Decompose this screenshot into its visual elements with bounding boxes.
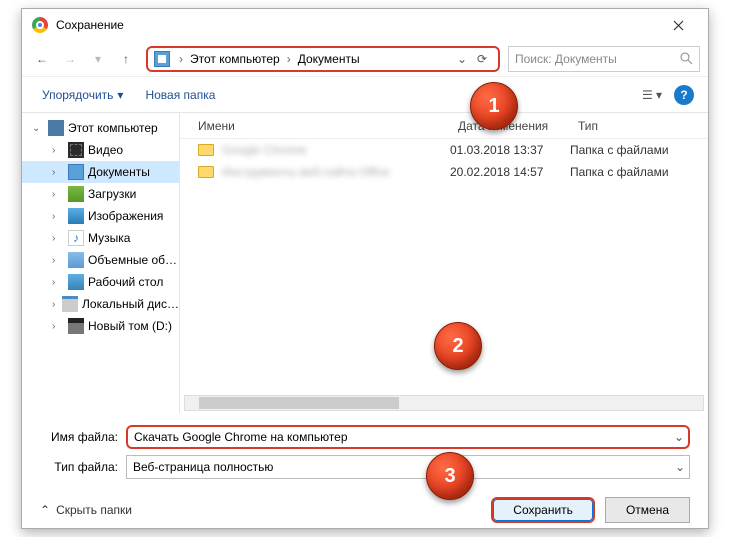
folder-tree: ⌄Этот компьютер ›Видео ›Документы ›Загру… bbox=[22, 113, 180, 413]
filetype-label: Тип файла: bbox=[40, 460, 126, 474]
chevron-right-icon: › bbox=[284, 52, 294, 66]
list-item[interactable]: Google Chrome 01.03.2018 13:37 Папка с ф… bbox=[180, 139, 708, 161]
chevron-down-icon: ⌄ bbox=[674, 430, 684, 444]
crumb-root[interactable]: Этот компьютер bbox=[186, 52, 284, 66]
tree-item-newvol[interactable]: ›Новый том (D:) bbox=[22, 315, 179, 337]
back-button[interactable]: ← bbox=[30, 47, 54, 71]
tree-item-music[interactable]: ›♪Музыка bbox=[22, 227, 179, 249]
file-list: Имени Дата изменения Тип Google Chrome 0… bbox=[180, 113, 708, 413]
organize-button[interactable]: Упорядочить▾ bbox=[36, 84, 129, 106]
tree-item-images[interactable]: ›Изображения bbox=[22, 205, 179, 227]
window-title: Сохранение bbox=[56, 18, 658, 32]
help-button[interactable]: ? bbox=[674, 85, 694, 105]
expand-icon: › bbox=[52, 189, 64, 200]
search-input[interactable]: Поиск: Документы bbox=[508, 46, 700, 72]
images-icon bbox=[68, 208, 84, 224]
folder-icon bbox=[198, 166, 214, 178]
expand-icon: › bbox=[52, 145, 64, 156]
chevron-down-icon: ▾ bbox=[117, 88, 123, 102]
fields-area: Имя файла: Скачать Google Chrome на комп… bbox=[22, 413, 708, 489]
address-bar[interactable]: › Этот компьютер › Документы ⌄ ⟳ bbox=[146, 46, 500, 72]
music-icon: ♪ bbox=[68, 230, 84, 246]
pc-icon bbox=[48, 120, 64, 136]
close-button[interactable] bbox=[658, 11, 698, 39]
expand-icon: › bbox=[52, 255, 64, 266]
chrome-icon bbox=[32, 17, 48, 33]
col-type[interactable]: Тип bbox=[578, 119, 708, 133]
toolbar: Упорядочить▾ Новая папка ☰ ▾ ? bbox=[22, 77, 708, 113]
downloads-icon bbox=[68, 186, 84, 202]
desktop-icon bbox=[68, 274, 84, 290]
chevron-right-icon: › bbox=[176, 52, 186, 66]
expand-icon: › bbox=[52, 299, 58, 310]
cancel-button[interactable]: Отмена bbox=[605, 497, 690, 523]
tree-item-desktop[interactable]: ›Рабочий стол bbox=[22, 271, 179, 293]
expand-icon: › bbox=[52, 167, 64, 178]
save-button[interactable]: Сохранить bbox=[491, 497, 595, 523]
column-headers: Имени Дата изменения Тип bbox=[180, 113, 708, 139]
folder-icon bbox=[198, 144, 214, 156]
expand-icon: › bbox=[52, 233, 64, 244]
save-dialog: Сохранение ← → ▾ ↑ › Этот компьютер › До… bbox=[21, 8, 709, 529]
main-area: ⌄Этот компьютер ›Видео ›Документы ›Загру… bbox=[22, 113, 708, 413]
titlebar: Сохранение bbox=[22, 9, 708, 41]
expand-icon: › bbox=[52, 211, 64, 222]
tree-item-pc[interactable]: ⌄Этот компьютер bbox=[22, 117, 179, 139]
dialog-footer: ⌃ Скрыть папки Сохранить Отмена bbox=[22, 489, 708, 537]
disk-icon bbox=[62, 296, 78, 312]
up-button[interactable]: ↑ bbox=[114, 47, 138, 71]
history-dropdown[interactable]: ▾ bbox=[86, 47, 110, 71]
disk-icon bbox=[68, 318, 84, 334]
chevron-up-icon: ⌃ bbox=[40, 503, 50, 517]
chevron-down-icon: ⌄ bbox=[675, 460, 685, 474]
doc-icon bbox=[68, 164, 84, 180]
expand-icon: › bbox=[52, 321, 64, 332]
tree-item-volumes[interactable]: ›Объемные об… bbox=[22, 249, 179, 271]
search-icon bbox=[680, 52, 693, 65]
forward-button[interactable]: → bbox=[58, 47, 82, 71]
crumb-current[interactable]: Документы bbox=[294, 52, 364, 66]
navbar: ← → ▾ ↑ › Этот компьютер › Документы ⌄ ⟳… bbox=[22, 41, 708, 77]
horizontal-scrollbar[interactable] bbox=[184, 395, 704, 411]
close-icon bbox=[673, 20, 684, 31]
refresh-button[interactable]: ⟳ bbox=[472, 52, 492, 66]
tree-item-docs[interactable]: ›Документы bbox=[22, 161, 179, 183]
tree-item-localdisk[interactable]: ›Локальный дис… bbox=[22, 293, 179, 315]
search-placeholder: Поиск: Документы bbox=[515, 52, 680, 66]
filename-input[interactable]: Скачать Google Chrome на компьютер ⌄ bbox=[126, 425, 690, 449]
filename-label: Имя файла: bbox=[40, 430, 126, 444]
view-options-button[interactable]: ☰ ▾ bbox=[640, 88, 664, 102]
folder-icon bbox=[154, 51, 170, 67]
new-folder-button[interactable]: Новая папка bbox=[139, 84, 221, 106]
3d-icon bbox=[68, 252, 84, 268]
annotation-badge-2: 2 bbox=[434, 322, 482, 370]
tree-item-video[interactable]: ›Видео bbox=[22, 139, 179, 161]
annotation-badge-3: 3 bbox=[426, 452, 474, 500]
hide-folders-toggle[interactable]: ⌃ Скрыть папки bbox=[40, 503, 132, 517]
filetype-select[interactable]: Веб-страница полностью ⌄ bbox=[126, 455, 690, 479]
video-icon bbox=[68, 142, 84, 158]
collapse-icon: ⌄ bbox=[32, 123, 44, 134]
annotation-badge-1: 1 bbox=[470, 82, 518, 130]
col-name[interactable]: Имени bbox=[198, 119, 458, 133]
tree-item-downloads[interactable]: ›Загрузки bbox=[22, 183, 179, 205]
list-item[interactable]: Инструменты веб-сайта Office 20.02.2018 … bbox=[180, 161, 708, 183]
expand-icon: › bbox=[52, 277, 64, 288]
address-dropdown[interactable]: ⌄ bbox=[452, 52, 472, 66]
